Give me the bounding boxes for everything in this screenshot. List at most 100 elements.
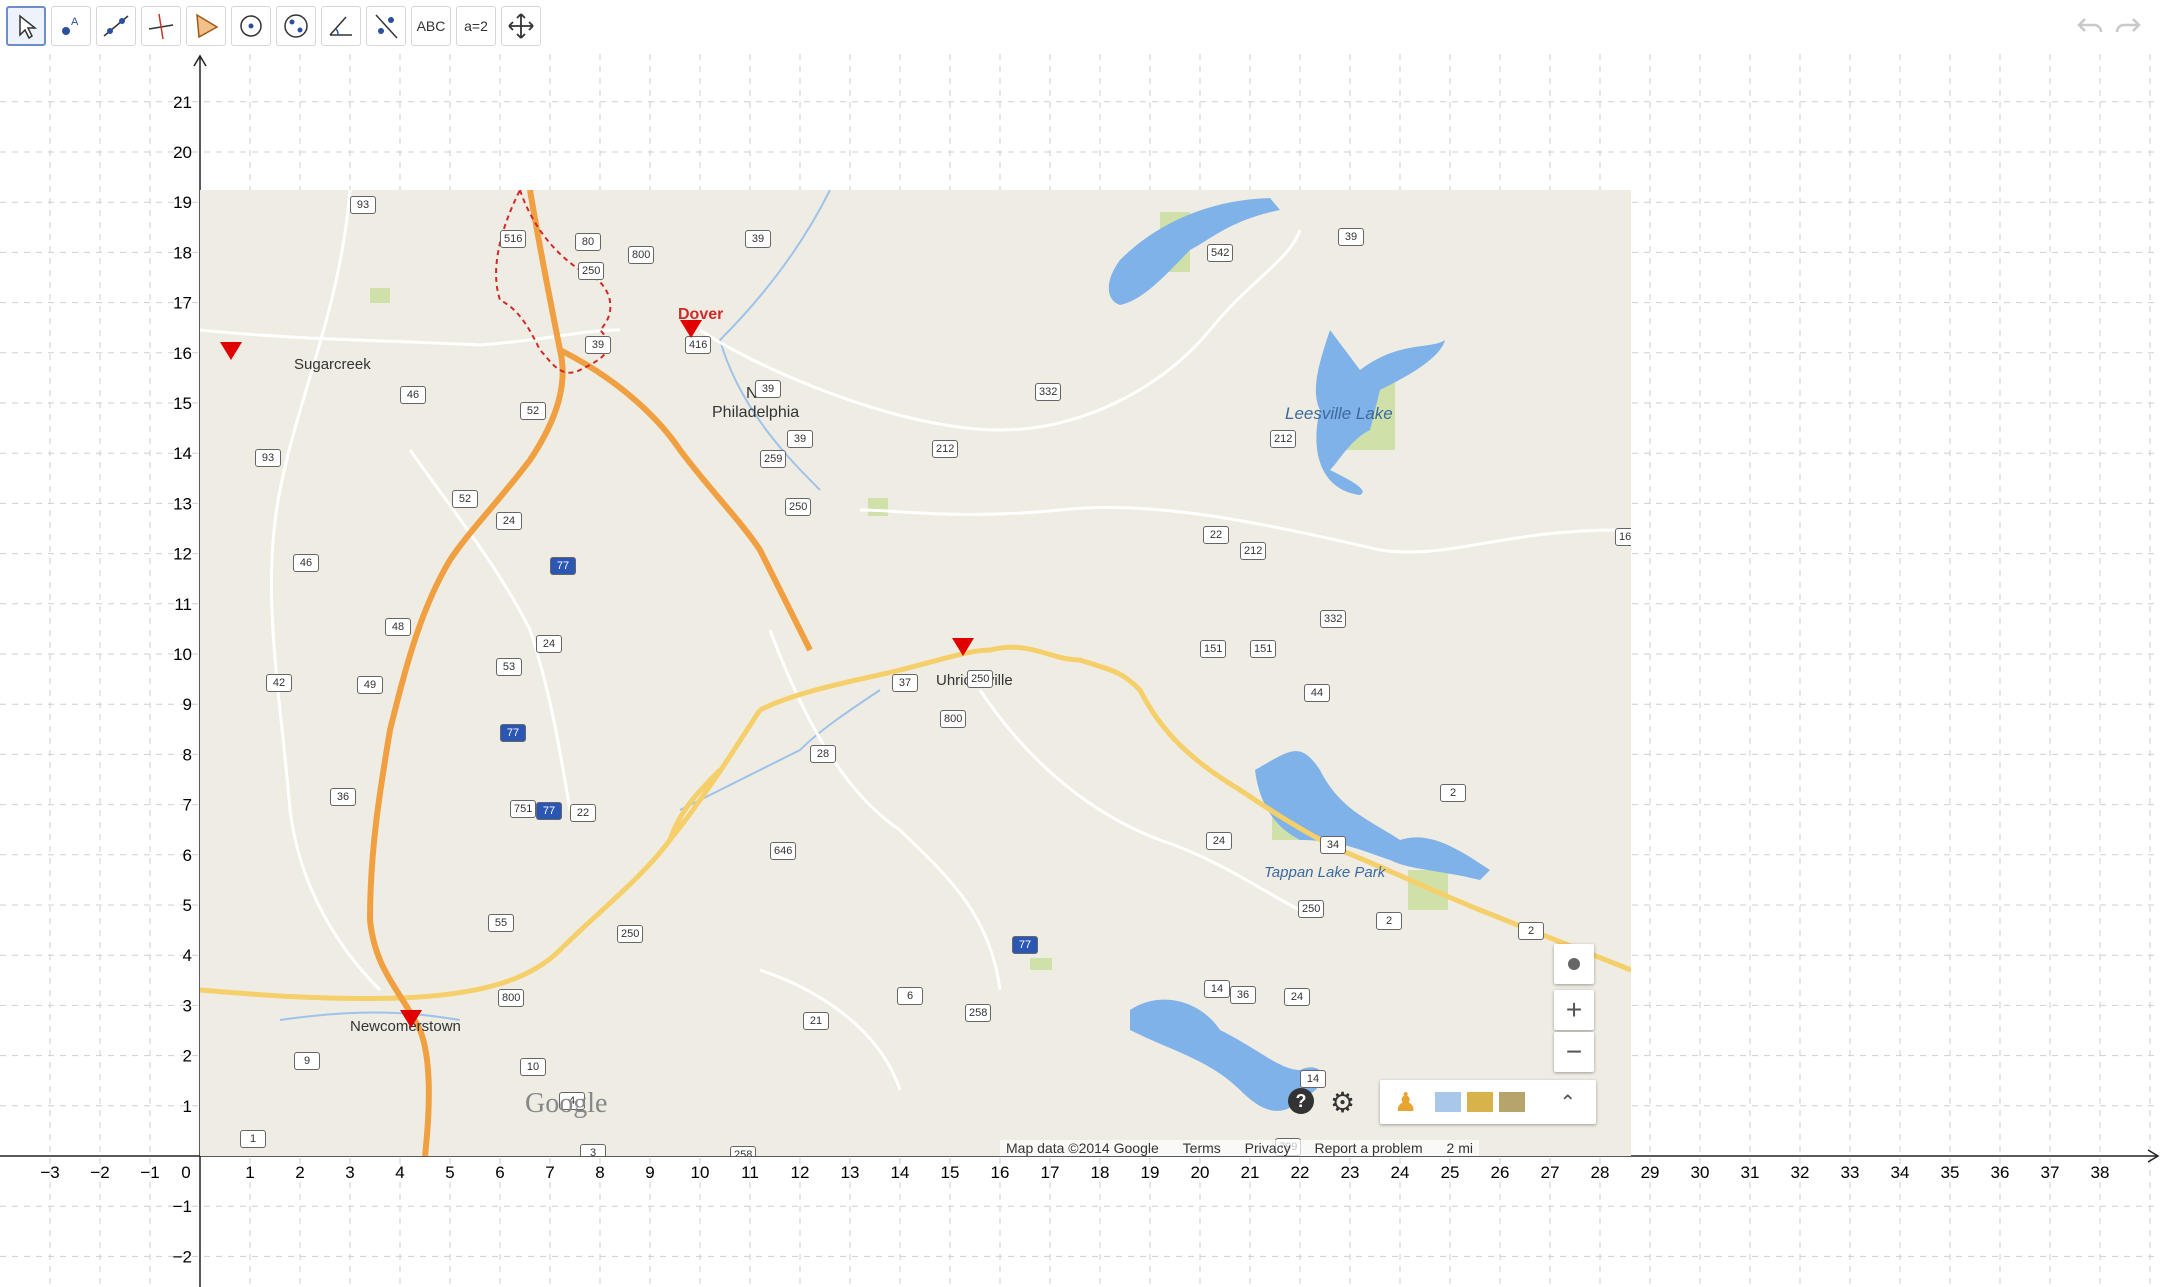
route-shield: 24 — [1284, 988, 1310, 1006]
x-tick-label: 33 — [1841, 1163, 1860, 1182]
route-shield: 9 — [294, 1052, 320, 1070]
x-tick-label: 16 — [991, 1163, 1010, 1182]
x-tick-label: 14 — [891, 1163, 910, 1182]
gear-icon[interactable]: ⚙ — [1330, 1086, 1355, 1119]
angle-tool[interactable] — [321, 6, 361, 46]
y-tick-label: 4 — [183, 946, 192, 965]
pegman-icon[interactable]: ♟ — [1394, 1087, 1417, 1118]
privacy-link[interactable]: Privacy — [1245, 1140, 1291, 1156]
ellipse-icon — [284, 14, 308, 38]
route-shield: 2 — [1376, 912, 1402, 930]
x-tick-label: 26 — [1491, 1163, 1510, 1182]
x-tick-label: 5 — [445, 1163, 454, 1182]
y-tick-label: 2 — [183, 1047, 192, 1066]
route-shield: 55 — [488, 914, 514, 932]
location-marker[interactable] — [220, 342, 242, 360]
route-shield: 3 — [580, 1144, 606, 1156]
y-tick-label: −1 — [173, 1197, 192, 1216]
text-tool[interactable]: ABC — [411, 6, 451, 46]
lakes — [1108, 198, 1490, 1111]
route-shield: 14 — [1204, 980, 1230, 998]
x-tick-label: 18 — [1091, 1163, 1110, 1182]
slider-tool[interactable]: a=2 — [456, 6, 496, 46]
y-tick-label: 15 — [173, 394, 192, 413]
route-shield: 53 — [496, 658, 522, 676]
map-type-thumb-3[interactable] — [1499, 1092, 1526, 1112]
x-tick-label: 11 — [741, 1163, 759, 1182]
route-shield: 46 — [293, 554, 319, 572]
route-shield: 258 — [730, 1146, 757, 1156]
route-shield: 212 — [932, 440, 959, 458]
x-tick-label: 22 — [1291, 1163, 1310, 1182]
perpendicular-tool[interactable] — [141, 6, 181, 46]
route-shield: 39 — [755, 380, 781, 398]
line-icon — [103, 15, 129, 37]
x-tick-label: 35 — [1941, 1163, 1960, 1182]
x-tick-label: 24 — [1391, 1163, 1410, 1182]
route-shield: 751 — [510, 800, 537, 818]
y-tick-label: 17 — [173, 294, 192, 313]
location-marker[interactable] — [400, 1010, 422, 1028]
location-icon — [1568, 958, 1580, 970]
x-tick-label: 10 — [691, 1163, 710, 1182]
route-shield: 48 — [385, 618, 411, 636]
chevron-up-icon[interactable]: ⌃ — [1559, 1090, 1576, 1115]
line-tool[interactable] — [96, 6, 136, 46]
text-tool-label: ABC — [416, 18, 446, 34]
state-highways — [200, 644, 1631, 1001]
ellipse-tool[interactable] — [276, 6, 316, 46]
terms-link[interactable]: Terms — [1183, 1140, 1221, 1156]
route-shield: 49 — [357, 676, 383, 694]
move-tool[interactable] — [6, 6, 46, 46]
x-tick-label: 17 — [1041, 1163, 1060, 1182]
route-shield: 22 — [570, 804, 596, 822]
y-tick-label: 1 — [183, 1097, 192, 1116]
x-tick-label: 0 — [181, 1163, 190, 1182]
route-shield: 800 — [498, 989, 525, 1007]
route-shield: 93 — [350, 196, 376, 214]
route-shield: 77 — [536, 802, 562, 820]
redo-icon — [2115, 18, 2141, 33]
route-shield: 1 — [240, 1130, 266, 1148]
route-shield: 28 — [810, 745, 836, 763]
map-type-thumb-2[interactable] — [1467, 1092, 1494, 1112]
my-location-button[interactable] — [1554, 944, 1594, 984]
google-logo: Google — [525, 1088, 608, 1119]
route-shield: 258 — [965, 1004, 992, 1022]
route-shield: 332 — [1320, 610, 1347, 628]
x-tick-label: −3 — [40, 1163, 59, 1182]
park-areas — [370, 212, 1448, 970]
town-label-philadelphia: Philadelphia — [712, 404, 800, 421]
route-shield: 250 — [617, 925, 644, 943]
route-shield: 646 — [770, 842, 797, 860]
park-label-tappan: Tappan Lake Park — [1264, 864, 1386, 881]
move-graphics-tool[interactable] — [501, 6, 541, 46]
x-tick-label: 34 — [1891, 1163, 1910, 1182]
redo-button[interactable] — [2112, 10, 2144, 42]
zoom-out-button[interactable]: − — [1554, 1032, 1594, 1072]
y-tick-label: 16 — [173, 344, 192, 363]
y-tick-label: 14 — [173, 444, 192, 463]
point-icon: A — [62, 16, 79, 35]
x-tick-label: 23 — [1341, 1163, 1360, 1182]
street-view-panel[interactable]: ♟ ⌃ — [1380, 1080, 1596, 1124]
map-image[interactable]: Dover New Philadelphia Sugarcreek Uhrich… — [200, 190, 1631, 1156]
point-tool[interactable]: A — [51, 6, 91, 46]
undo-button[interactable] — [2074, 10, 2106, 42]
x-tick-label: 15 — [941, 1163, 960, 1182]
route-shield: 46 — [400, 386, 426, 404]
route-shield: 36 — [330, 788, 356, 806]
zoom-in-button[interactable]: + — [1554, 990, 1594, 1030]
y-tick-label: 12 — [173, 545, 192, 564]
location-marker[interactable] — [680, 320, 702, 338]
location-marker[interactable] — [952, 638, 974, 656]
report-problem-link[interactable]: Report a problem — [1314, 1140, 1422, 1156]
polygon-tool[interactable] — [186, 6, 226, 46]
help-icon[interactable]: ? — [1288, 1088, 1314, 1114]
map-footer: Map data ©2014 Google Terms Privacy Repo… — [1000, 1140, 1479, 1156]
route-shield: 542 — [1207, 244, 1234, 262]
map-type-thumb-1[interactable] — [1435, 1092, 1462, 1112]
reflect-tool[interactable] — [366, 6, 406, 46]
route-shield: 800 — [628, 246, 655, 264]
circle-tool[interactable] — [231, 6, 271, 46]
